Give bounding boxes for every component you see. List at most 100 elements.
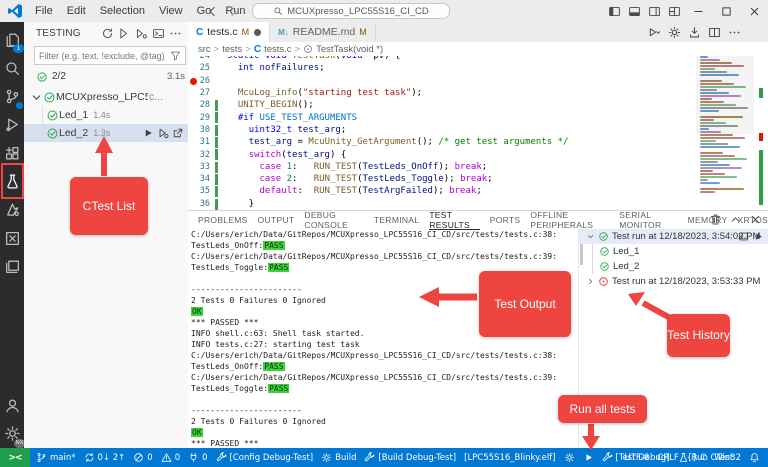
terminal-icon[interactable] [738,231,749,242]
panel-tab-serial-monitor[interactable]: SERIAL MONITOR [619,210,677,230]
minimize-button[interactable] [684,0,712,22]
gear-icon[interactable] [668,26,681,39]
command-center-search[interactable]: MCUXpresso_LPC55S16_CI_CD [252,3,450,19]
activity-account[interactable] [0,392,24,418]
panel-tab-problems[interactable]: PROBLEMS [198,211,248,229]
history-test-led-1[interactable]: Led_1 [593,244,768,259]
activity-settings[interactable]: NX [0,420,25,448]
status-0-2[interactable]: 0↓ 2↑ [80,448,130,467]
split-icon[interactable] [708,26,721,39]
breadcrumb-src[interactable]: src [198,44,211,55]
status-utf-8[interactable]: UTF-8 [621,448,654,467]
chevron-up-icon[interactable] [729,213,742,226]
chevron-down-icon[interactable] [30,91,43,104]
status-build[interactable]: Build [317,448,360,467]
status-gear[interactable] [560,448,579,467]
debug-play-icon[interactable] [157,127,169,139]
play-icon[interactable] [142,127,154,139]
test-filter-input[interactable]: Filter (e.g. text, !exclude, @tag) [34,46,186,65]
activity-x-square[interactable] [0,225,24,251]
back-arrow-icon[interactable] [206,5,219,18]
toggle-panel-icon[interactable] [628,5,641,18]
menu-file[interactable]: File [29,3,59,19]
activity-files[interactable]: 1 [0,27,24,53]
activity-mcuxpresso[interactable] [0,197,24,223]
breadcrumb-tests-c[interactable]: tests.c [264,44,291,55]
tab-readme-md[interactable]: M↓ README.md M [270,22,376,42]
remote-indicator[interactable]: >< [0,448,30,467]
code-editor[interactable]: 24 static void TestTask(void *pv) {25 int… [188,56,768,210]
breadcrumb-testtask-void[interactable]: TestTask(void *) [316,44,383,55]
run-all-icon[interactable] [118,27,131,40]
pass-badge: PASS [263,241,285,250]
layout-controls [608,0,681,22]
status-play[interactable] [579,448,598,467]
close-button[interactable] [740,0,768,22]
status-0[interactable]: 0 [184,448,211,467]
minimap-viewport[interactable] [696,56,754,134]
forward-arrow-icon[interactable] [227,5,240,18]
gear-icon [564,452,575,463]
test-item-led-2[interactable]: Led_2 1.3s [24,124,188,142]
history-run[interactable]: Test run at 12/18/2023, 3:53:33 PM [579,274,768,289]
status-lpc55s16-blinky-elf[interactable]: [LPC55S16_Blinky.elf] [460,448,559,467]
menu-selection[interactable]: Selection [94,3,151,19]
history-test-led-2[interactable]: Led_2 [593,259,768,274]
play-icon[interactable] [753,231,764,242]
status-text: 0 [147,452,153,463]
chevron-right-icon[interactable] [586,277,595,286]
test-item-led-1[interactable]: Led_1 1.4s [24,106,188,124]
test-item-mcuxpresso-lpc55s16-ci-cd[interactable]: MCUXpresso_LPC55S16_CI_CDc... [24,88,188,106]
status-text: Win32 [714,452,741,463]
history-run[interactable]: Test run at 12/18/2023, 3:54:02 PM [578,229,768,244]
breakpoint-dot[interactable] [190,77,197,85]
minimap[interactable] [696,56,754,206]
close-icon [748,5,761,18]
activity-library[interactable] [0,253,24,279]
more-icon[interactable] [728,26,741,39]
status-bell[interactable] [745,448,764,467]
panel-tab-output[interactable]: OUTPUT [258,211,295,229]
panel-tab-terminal[interactable]: TERMINAL [374,211,419,229]
customize-layout-icon[interactable] [668,5,681,18]
close-icon[interactable] [749,213,762,226]
panel-tab-ports[interactable]: PORTS [490,211,521,229]
status-crlf[interactable]: CRLF [653,448,682,467]
status-build-debug-test[interactable]: [Build Debug-Test] [360,448,460,467]
test-results-output[interactable]: C:/Users/erich/Data/GitRepos/MCUXpresso_… [188,229,579,449]
tab-tests-c[interactable]: Ctests.c M [188,22,271,42]
debug-all-icon[interactable] [135,27,148,40]
more-icon[interactable] [169,27,182,40]
symbol-method-icon[interactable] [303,44,313,54]
chevron-down-icon[interactable] [586,232,595,241]
status-win32[interactable]: Win32 [710,448,745,467]
activity-run-debug[interactable] [0,112,24,138]
activity-search[interactable] [0,55,24,81]
filter-icon[interactable] [170,50,181,61]
terminal-icon[interactable] [152,27,165,40]
run-dropdown-icon[interactable] [648,26,661,39]
trash-icon[interactable] [709,213,722,226]
goto-icon[interactable] [172,127,184,139]
menu-view[interactable]: View [153,3,189,19]
menu-edit[interactable]: Edit [61,3,92,19]
dirty-indicator[interactable] [254,28,262,36]
panel-tab-offline-peripherals[interactable]: OFFLINE PERIPHERALS [530,210,609,230]
maximize-button[interactable] [712,0,740,22]
status-0[interactable]: 0 [129,448,156,467]
breadcrumb-tests[interactable]: tests [222,44,242,55]
status-0[interactable]: 0 [157,448,184,467]
toggle-sidebar-icon[interactable] [608,5,621,18]
status-c[interactable]: {} C [683,448,710,467]
panel-tab-debug-console[interactable]: DEBUG CONSOLE [304,210,364,230]
refresh-icon[interactable] [101,27,114,40]
download-icon[interactable] [688,26,701,39]
toggle-secondary-sidebar-icon[interactable] [648,5,661,18]
status-main[interactable]: main* [32,448,80,467]
history-run-label: Test run at 12/18/2023, 3:53:33 PM [611,276,761,287]
activity-source-control[interactable] [0,84,24,110]
breadcrumb[interactable]: src > tests > Ctests.c > TestTask(void *) [188,42,768,56]
status-config-debug-test[interactable]: [Config Debug-Test] [212,448,318,467]
panel-tab-test-results[interactable]: TEST RESULTS [429,210,480,230]
output-line: C:/Users/erich/Data/GitRepos/MCUXpresso_… [191,230,558,239]
